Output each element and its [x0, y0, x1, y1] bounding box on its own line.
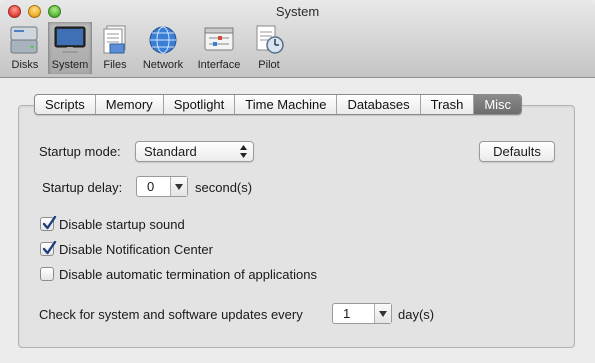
disable-notification-center-checkbox[interactable]	[40, 241, 57, 256]
chevron-down-icon	[379, 311, 387, 317]
toolbar-label-files: Files	[103, 59, 127, 71]
update-check-combo[interactable]: 1	[332, 303, 392, 324]
disable-notification-center-label: Disable Notification Center	[59, 242, 213, 257]
toolbar-label-pilot: Pilot	[258, 59, 280, 71]
toolbar-label-interface: Interface	[197, 59, 241, 71]
monitor-icon	[54, 26, 86, 53]
toolbar-label-network: Network	[142, 59, 184, 71]
startup-mode-value: Standard	[144, 144, 197, 159]
disks-icon	[10, 26, 38, 54]
pilot-icon	[256, 25, 284, 54]
tab-spotlight[interactable]: Spotlight	[164, 95, 236, 114]
startup-delay-label: Startup delay:	[42, 180, 123, 195]
toolbar-item-disks[interactable]: Disks	[6, 22, 44, 74]
startup-mode-label: Startup mode:	[39, 144, 121, 159]
update-check-value: 1	[343, 306, 351, 321]
window-titlebar: System Disks System Files Network Interf…	[0, 0, 595, 78]
chevron-down-icon	[175, 184, 183, 190]
startup-delay-value: 0	[147, 179, 155, 194]
tab-misc[interactable]: Misc	[474, 95, 522, 114]
toolbar-label-disks: Disks	[11, 59, 39, 71]
toolbar-item-files[interactable]: Files	[96, 22, 134, 74]
tab-time-machine[interactable]: Time Machine	[235, 95, 338, 114]
update-check-label: Check for system and software updates ev…	[39, 307, 303, 322]
disable-startup-sound-label: Disable startup sound	[59, 217, 185, 232]
popup-arrows-icon	[240, 145, 247, 158]
startup-delay-unit: second(s)	[195, 180, 253, 195]
disable-startup-sound-checkbox[interactable]	[40, 216, 57, 231]
startup-delay-dropdown-button[interactable]	[170, 177, 187, 196]
defaults-button[interactable]: Defaults	[479, 141, 555, 162]
globe-icon	[149, 26, 177, 54]
tab-databases[interactable]: Databases	[337, 95, 421, 114]
checkmark-icon	[42, 216, 57, 230]
toolbar-item-network[interactable]: Network	[138, 22, 188, 74]
disable-automatic-termination-label: Disable automatic termination of applica…	[59, 267, 317, 282]
startup-delay-combo[interactable]: 0	[136, 176, 188, 197]
update-check-unit: day(s)	[398, 307, 435, 322]
toolbar-label-system: System	[51, 59, 89, 71]
toolbar-item-pilot[interactable]: Pilot	[250, 22, 288, 74]
tab-scripts[interactable]: Scripts	[35, 95, 96, 114]
interface-icon	[204, 27, 234, 51]
disable-automatic-termination-checkbox[interactable]	[40, 267, 54, 281]
startup-mode-popup[interactable]: Standard	[135, 141, 254, 162]
update-check-dropdown-button[interactable]	[374, 304, 391, 323]
tab-bar: Scripts Memory Spotlight Time Machine Da…	[34, 94, 523, 115]
tab-trash[interactable]: Trash	[421, 95, 475, 114]
toolbar-item-system[interactable]: System	[48, 22, 92, 74]
window-title: System	[275, 4, 320, 19]
toolbar-item-interface[interactable]: Interface	[194, 22, 244, 74]
files-icon	[103, 25, 126, 54]
checkmark-icon	[42, 241, 57, 255]
tab-memory[interactable]: Memory	[96, 95, 164, 114]
